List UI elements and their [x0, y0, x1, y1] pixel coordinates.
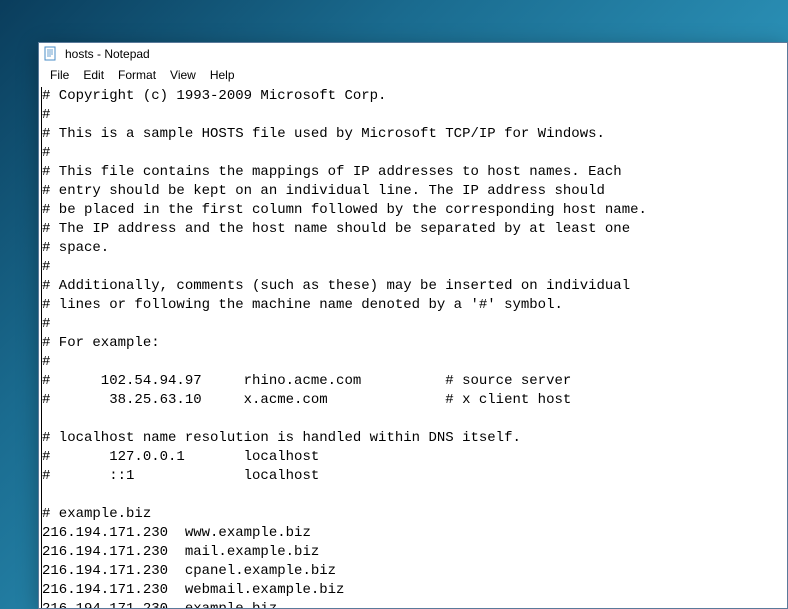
window-title: hosts - Notepad	[65, 47, 150, 61]
menu-file[interactable]: File	[43, 67, 76, 83]
menu-edit[interactable]: Edit	[76, 67, 111, 83]
menu-view[interactable]: View	[163, 67, 203, 83]
menu-bar: File Edit Format View Help	[39, 65, 787, 85]
title-bar[interactable]: hosts - Notepad	[39, 43, 787, 65]
notepad-window: hosts - Notepad File Edit Format View He…	[38, 42, 788, 609]
menu-format[interactable]: Format	[111, 67, 163, 83]
menu-help[interactable]: Help	[203, 67, 242, 83]
text-editor[interactable]: # Copyright (c) 1993-2009 Microsoft Corp…	[39, 85, 787, 608]
notepad-icon	[43, 46, 59, 62]
editor-content[interactable]: # Copyright (c) 1993-2009 Microsoft Corp…	[41, 87, 785, 608]
